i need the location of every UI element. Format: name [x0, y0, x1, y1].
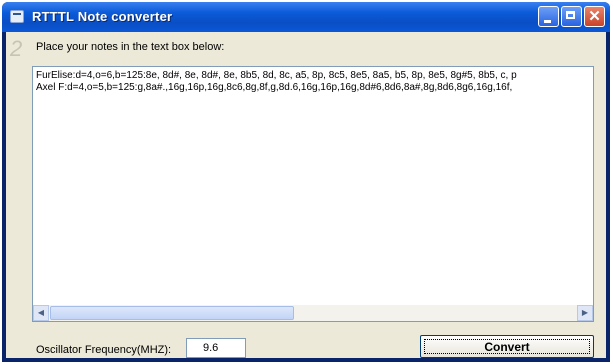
convert-button[interactable]: Convert — [420, 335, 594, 358]
window-title: RTTTL Note converter — [32, 9, 173, 24]
client-area: 2 Place your notes in the text box below… — [6, 32, 606, 358]
scroll-thumb[interactable] — [50, 306, 294, 320]
scroll-left-icon[interactable]: ◀ — [33, 305, 49, 321]
title-bar[interactable]: RTTTL Note converter ✕ — [2, 2, 610, 32]
notes-line: Axel F:d=4,o=5,b=125:g,8a#.,16g,16p,16g,… — [36, 82, 513, 93]
app-icon[interactable] — [10, 10, 24, 23]
scroll-right-icon[interactable]: ▶ — [577, 305, 593, 321]
minimize-button[interactable] — [538, 6, 559, 27]
app-window: RTTTL Note converter ✕ 2 Place your note… — [2, 2, 610, 362]
notes-textbox[interactable]: FurElise:d=4,o=6,b=125:8e, 8d#, 8e, 8d#,… — [32, 66, 594, 322]
horizontal-scrollbar[interactable]: ◀ ▶ — [33, 305, 593, 321]
oscillator-frequency-input[interactable] — [186, 338, 246, 358]
step-number: 2 — [10, 36, 23, 61]
oscillator-label: Oscillator Frequency(MHZ): — [36, 344, 172, 356]
notes-line: FurElise:d=4,o=6,b=125:8e, 8d#, 8e, 8d#,… — [36, 70, 517, 81]
close-icon: ✕ — [588, 8, 601, 25]
close-button[interactable]: ✕ — [584, 6, 605, 27]
maximize-button[interactable] — [561, 6, 582, 27]
instruction-label: Place your notes in the text box below: — [36, 41, 225, 53]
